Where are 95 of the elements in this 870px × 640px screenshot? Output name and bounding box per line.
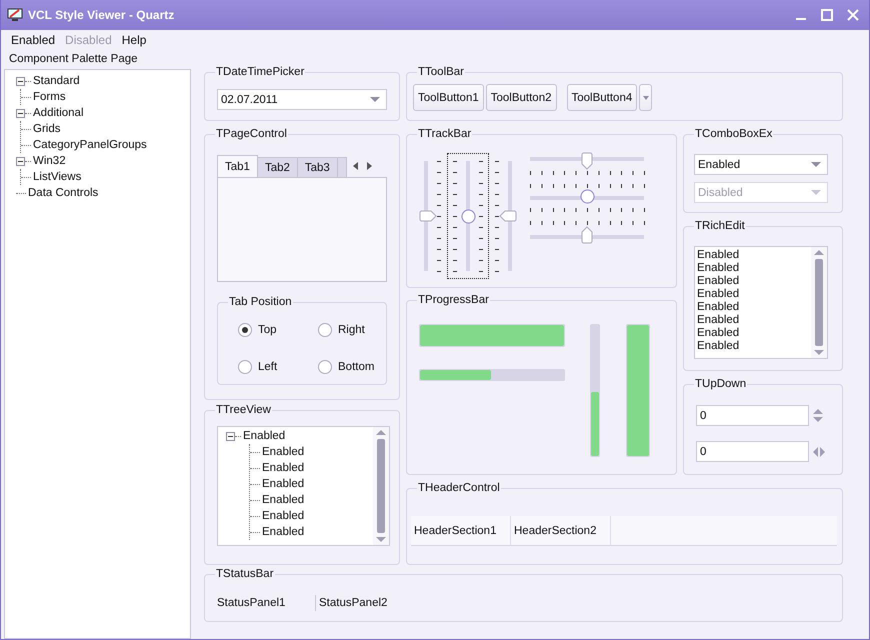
number-field[interactable]: 0 [696, 405, 809, 426]
group-title: TProgressBar [417, 294, 490, 307]
trackbar[interactable] [447, 153, 489, 279]
tree-item[interactable]: CategoryPanelGroups [33, 139, 147, 151]
radio-circle[interactable] [318, 360, 332, 374]
radio-button[interactable]: Left [238, 360, 318, 374]
tree-item[interactable]: ListViews [33, 171, 82, 183]
tree-view[interactable]: Enabled Enabled Enabled Enabled Enabled Enabled Enabled [217, 426, 390, 546]
tab[interactable]: Tab1 [217, 155, 258, 177]
group-title: TRichEdit [694, 220, 746, 233]
group-title: TTrackBar [417, 128, 472, 141]
slider-thumb[interactable] [581, 152, 593, 170]
scrollbar[interactable] [373, 427, 389, 545]
text-line: Enabled [697, 288, 740, 301]
group-title: Tab Position [228, 296, 293, 309]
scroll-right-icon[interactable] [366, 162, 372, 170]
text-line: Enabled [697, 262, 740, 275]
scrollbar-thumb[interactable] [377, 439, 385, 533]
tool-button[interactable]: ToolButton2 [486, 84, 556, 111]
date-field[interactable]: 02.07.2011 [217, 89, 387, 110]
rich-edit[interactable]: Enabled Enabled Enabled Enabled Enabled Enabled Enabled Enabled [694, 246, 828, 359]
scrollbar-thumb[interactable] [815, 259, 823, 346]
slider-thumb[interactable] [460, 208, 476, 224]
radio-button[interactable]: Top [238, 323, 318, 337]
expander-icon[interactable] [226, 432, 235, 440]
status-text: StatusPanel2 [319, 597, 388, 609]
dropdown-caret-icon [811, 190, 821, 195]
tree-item[interactable]: Enabled [262, 526, 304, 538]
text-line: Enabled [697, 327, 740, 340]
group-title: TDateTimePicker [215, 66, 306, 79]
radio-button[interactable]: Right [318, 323, 398, 337]
radio-circle[interactable] [318, 323, 332, 337]
scroll-down-icon[interactable] [376, 537, 386, 542]
window-title: VCL Style Viewer - Quartz [28, 8, 176, 22]
maximize-icon [821, 9, 833, 21]
tool-button[interactable]: ToolButton4 [566, 84, 638, 111]
group-title: TToolBar [417, 66, 466, 79]
slider-thumb[interactable] [499, 210, 517, 222]
dropdown-caret-icon [811, 162, 821, 167]
left-right-arrows-icon[interactable] [813, 446, 825, 456]
slider-thumb[interactable] [581, 226, 593, 244]
dropdown-caret-icon [642, 96, 649, 100]
tree-item[interactable]: Enabled [243, 430, 286, 442]
slider-thumb[interactable] [419, 210, 437, 222]
tab[interactable]: Tab3 [296, 157, 338, 177]
radio-circle[interactable] [238, 323, 252, 337]
date-value: 02.07.2011 [221, 94, 279, 106]
text-line: Enabled [697, 314, 740, 327]
group-title: TUpDown [694, 378, 748, 391]
dropdown-button[interactable] [639, 84, 652, 111]
menu-item[interactable]: Enabled [6, 33, 60, 47]
header-section[interactable]: HeaderSection1 [411, 516, 511, 545]
text-line: Enabled [697, 275, 740, 288]
status-text: StatusPanel1 [217, 597, 286, 609]
scroll-down-icon[interactable] [814, 350, 824, 355]
header-section[interactable]: HeaderSection2 [511, 516, 611, 545]
scroll-left-icon[interactable] [352, 162, 358, 170]
expander-icon[interactable] [16, 76, 25, 86]
group-title: TTreeView [215, 404, 272, 417]
text-line: Enabled [697, 249, 740, 262]
panel-label: Component Palette Page [8, 52, 139, 67]
minimize-icon [796, 18, 806, 20]
tree-item[interactable]: Standard [33, 75, 80, 87]
scrollbar[interactable] [811, 247, 827, 358]
text-line: Enabled [697, 340, 740, 353]
number-field[interactable]: 0 [696, 441, 809, 462]
expander-icon[interactable] [16, 108, 25, 118]
tree-item[interactable]: Enabled [262, 462, 304, 474]
group-title: THeaderControl [417, 482, 501, 495]
radio-circle[interactable] [238, 360, 252, 374]
tree-item[interactable]: Win32 [33, 155, 66, 167]
menu-item[interactable]: Help [116, 33, 152, 47]
expander-icon[interactable] [16, 156, 25, 166]
dropdown-caret-icon [370, 97, 380, 102]
tool-button[interactable]: ToolButton1 [413, 84, 484, 111]
partial-tab[interactable] [336, 157, 347, 177]
text-line: Enabled [697, 301, 740, 314]
tree-item[interactable]: Data Controls [28, 187, 98, 199]
tab[interactable]: Tab2 [256, 157, 298, 177]
tree-item[interactable]: Enabled [262, 494, 304, 506]
tree-item[interactable]: Additional [33, 107, 84, 119]
combo-box[interactable]: Enabled [694, 154, 828, 175]
group-title: TStatusBar [215, 568, 275, 581]
tree-item[interactable]: Grids [33, 123, 60, 135]
radio-button[interactable]: Bottom [318, 360, 398, 374]
tree-item[interactable]: Enabled [262, 478, 304, 490]
tree-item[interactable]: Enabled [262, 446, 304, 458]
up-down-arrows-icon[interactable] [813, 409, 823, 422]
tree-item[interactable]: Enabled [262, 510, 304, 522]
close-icon [847, 9, 859, 21]
group-title: TPageControl [215, 128, 288, 141]
tree-item[interactable]: Forms [33, 91, 66, 103]
group-title: TComboBoxEx [694, 128, 774, 141]
slider-thumb[interactable] [580, 189, 594, 204]
monitor-icon [7, 8, 23, 22]
